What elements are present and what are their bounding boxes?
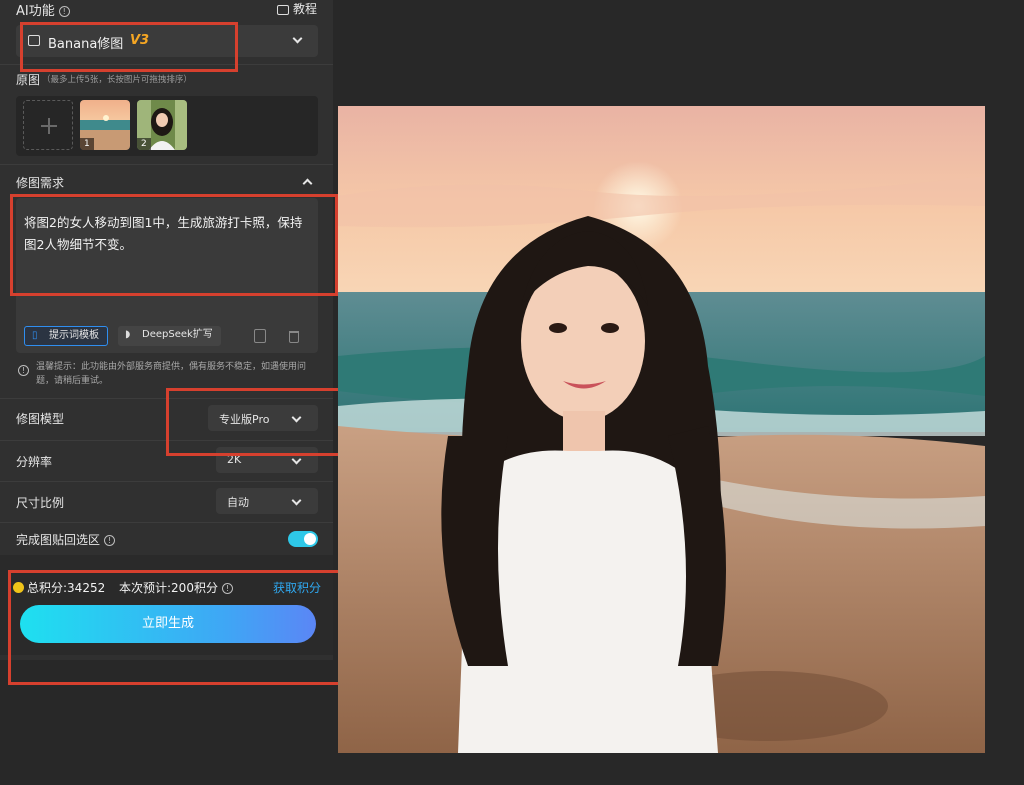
- trash-icon[interactable]: [289, 331, 299, 343]
- divider: [0, 164, 333, 165]
- highlight-box: [20, 22, 238, 72]
- thumbnail-number: 2: [137, 138, 151, 150]
- paste-back-label: 完成图贴回选区!: [16, 531, 116, 548]
- tutorial-link[interactable]: 教程: [277, 0, 317, 17]
- source-label: 原图: [16, 73, 41, 87]
- result-image[interactable]: [338, 106, 985, 753]
- request-label: 修图需求: [16, 176, 65, 190]
- info-icon[interactable]: !: [58, 6, 70, 17]
- add-image-button[interactable]: [23, 100, 73, 150]
- resolution-label: 分辨率: [16, 455, 53, 469]
- divider: [0, 522, 333, 523]
- prompt-template-button[interactable]: ▯ 提示词模板: [24, 326, 108, 346]
- book-icon: ▯: [32, 330, 38, 341]
- tutorial-label: 教程: [293, 2, 318, 16]
- info-icon[interactable]: !: [104, 535, 116, 546]
- divider: [0, 481, 333, 482]
- thumbnail-beach[interactable]: 1: [80, 100, 130, 150]
- ai-feature-label: AI功能!: [16, 0, 70, 19]
- prompt-template-label: 提示词模板: [49, 330, 99, 341]
- highlight-box: [8, 570, 350, 685]
- book-icon: [277, 4, 289, 15]
- whale-icon: ◗: [125, 329, 131, 340]
- highlight-box: [10, 194, 338, 296]
- deepseek-expand-button[interactable]: ◗ DeepSeek扩写: [118, 326, 221, 346]
- warning-icon: !: [18, 365, 29, 376]
- deepseek-label: DeepSeek扩写: [142, 329, 213, 340]
- app-root: AI功能! 教程 Banana修图 V3 原图 （最多上传5张，长按图片可拖拽排…: [0, 0, 1024, 785]
- history-icon[interactable]: [254, 329, 266, 343]
- beach-photo: [338, 106, 985, 753]
- service-tip: 温馨提示：此功能由外部服务商提供，偶有服务不稳定，如遇使用问题，请稍后重试。: [36, 362, 307, 386]
- toggle-knob: [304, 533, 316, 545]
- highlight-box: [166, 388, 364, 456]
- source-hint: （最多上传5张，长按图片可拖拽排序）: [42, 75, 192, 85]
- paste-back-toggle[interactable]: [288, 531, 318, 547]
- ratio-value: 自动: [227, 496, 249, 509]
- thumbnail-number: 1: [80, 138, 94, 150]
- thumbnail-woman[interactable]: 2: [137, 100, 187, 150]
- ratio-label: 尺寸比例: [16, 496, 65, 510]
- model-label: 修图模型: [16, 412, 65, 426]
